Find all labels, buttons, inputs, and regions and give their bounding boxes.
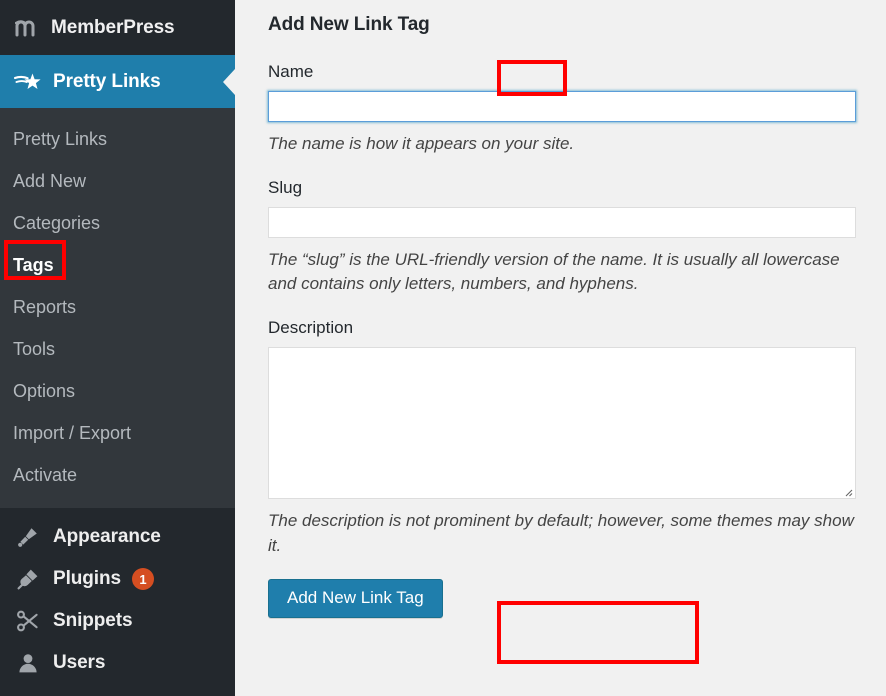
- plug-icon: [13, 566, 43, 592]
- pretty-links-star-icon: [13, 69, 43, 95]
- sidebar-subitem-tools[interactable]: Tools: [0, 328, 235, 370]
- active-menu-arrow-icon: [223, 69, 235, 95]
- description-field-group: Description The description is not promi…: [268, 318, 856, 558]
- wordpress-admin-screen: MemberPress Pretty Links Pretty Links Ad…: [0, 0, 886, 696]
- sidebar-subitem-activate[interactable]: Activate: [0, 454, 235, 496]
- page-title: Add New Link Tag: [268, 14, 856, 36]
- submenu-label: Tags: [13, 255, 54, 276]
- slug-input[interactable]: [268, 207, 856, 238]
- plugins-update-badge: 1: [132, 568, 154, 590]
- scissors-icon: [13, 608, 43, 634]
- menu-label: Users: [53, 652, 105, 674]
- users-icon: [13, 650, 43, 676]
- menu-label: Snippets: [53, 610, 132, 632]
- submenu-label: Pretty Links: [13, 129, 107, 150]
- sidebar-subitem-tags[interactable]: Tags: [0, 244, 235, 286]
- name-field-label: Name: [268, 62, 856, 82]
- description-textarea[interactable]: [268, 347, 856, 499]
- annotation-box-submit-button: [497, 601, 699, 664]
- name-field-help: The name is how it appears on your site.: [268, 132, 856, 157]
- sidebar-item-users[interactable]: Users: [0, 642, 235, 684]
- slug-field-help: The “slug” is the URL-friendly version o…: [268, 248, 856, 297]
- submenu-label: Activate: [13, 465, 77, 486]
- submenu-label: Options: [13, 381, 75, 402]
- slug-field-group: Slug The “slug” is the URL-friendly vers…: [268, 178, 856, 297]
- sidebar-item-pretty-links[interactable]: Pretty Links: [0, 55, 235, 108]
- description-field-label: Description: [268, 318, 856, 338]
- admin-sidebar: MemberPress Pretty Links Pretty Links Ad…: [0, 0, 235, 696]
- sidebar-subitem-categories[interactable]: Categories: [0, 202, 235, 244]
- submenu-label: Tools: [13, 339, 55, 360]
- submenu-label: Categories: [13, 213, 100, 234]
- pretty-links-label: Pretty Links: [53, 71, 161, 93]
- memberpress-m-icon: [13, 14, 41, 42]
- slug-field-label: Slug: [268, 178, 856, 198]
- sidebar-subitem-options[interactable]: Options: [0, 370, 235, 412]
- sidebar-lower-menu: Appearance Plugins 1: [0, 508, 235, 684]
- sidebar-subitem-reports[interactable]: Reports: [0, 286, 235, 328]
- pretty-links-submenu: Pretty Links Add New Categories Tags Rep…: [0, 108, 235, 508]
- menu-label: Plugins: [53, 568, 121, 590]
- sidebar-item-memberpress[interactable]: MemberPress: [0, 0, 235, 55]
- submenu-label: Reports: [13, 297, 76, 318]
- main-content: Add New Link Tag Name The name is how it…: [235, 0, 886, 696]
- submenu-label: Add New: [13, 171, 86, 192]
- menu-label: Appearance: [53, 526, 161, 548]
- name-input[interactable]: [268, 91, 856, 122]
- name-field-group: Name The name is how it appears on your …: [268, 62, 856, 157]
- description-field-help: The description is not prominent by defa…: [268, 509, 856, 558]
- sidebar-item-snippets[interactable]: Snippets: [0, 600, 235, 642]
- add-new-link-tag-button[interactable]: Add New Link Tag: [268, 579, 443, 618]
- sidebar-subitem-import-export[interactable]: Import / Export: [0, 412, 235, 454]
- sidebar-subitem-pretty-links[interactable]: Pretty Links: [0, 118, 235, 160]
- sidebar-item-appearance[interactable]: Appearance: [0, 516, 235, 558]
- sidebar-subitem-add-new[interactable]: Add New: [0, 160, 235, 202]
- sidebar-item-plugins[interactable]: Plugins 1: [0, 558, 235, 600]
- submenu-label: Import / Export: [13, 423, 131, 444]
- memberpress-label: MemberPress: [51, 17, 175, 39]
- paintbrush-icon: [13, 524, 43, 550]
